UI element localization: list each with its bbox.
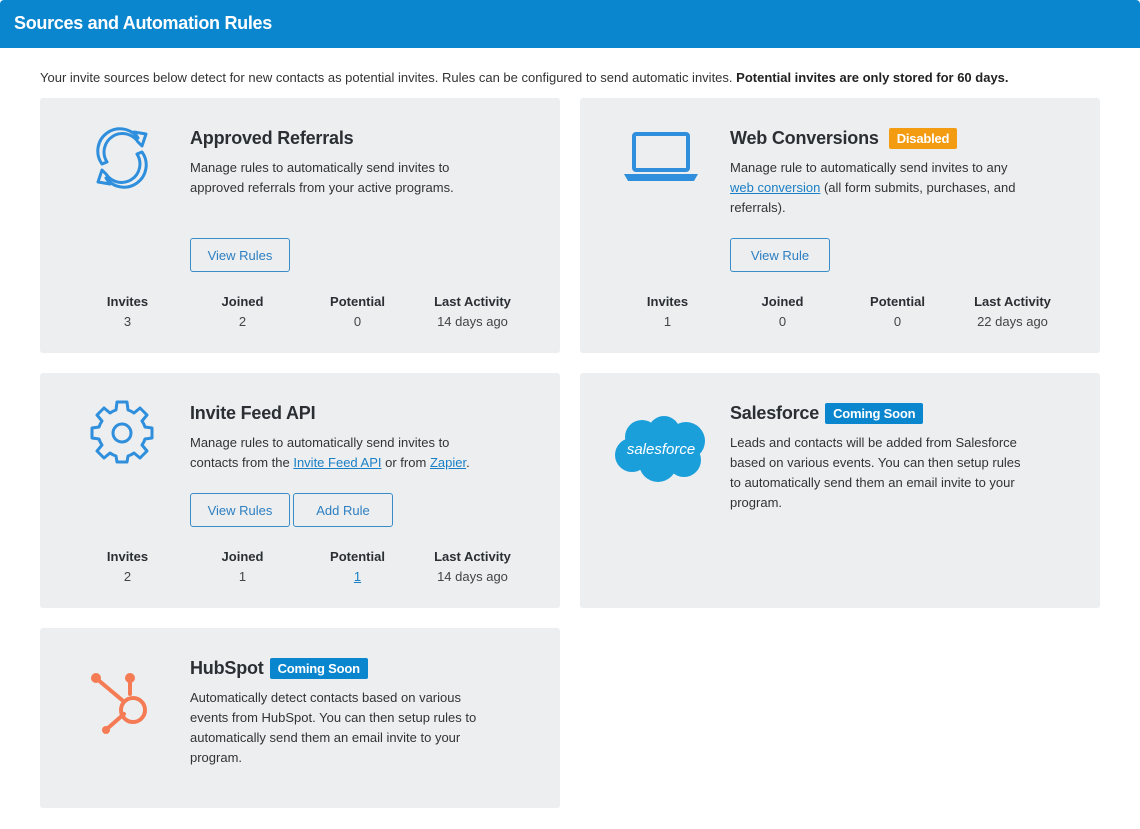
card-title: Web Conversions	[730, 128, 879, 148]
stat-potential: 0	[353, 314, 362, 329]
salesforce-logo: salesforce	[612, 413, 710, 483]
card-title: Invite Feed API	[190, 403, 316, 423]
card-description: Leads and contacts will be added from Sa…	[730, 435, 1021, 510]
laptop-icon	[622, 130, 700, 186]
stats-row: Invites 3 Joined 2 Potential 0 Last Activit…	[70, 294, 530, 329]
stat-joined: 0	[778, 314, 787, 329]
card-web-conversions: Web Conversions Disabled Manage rule to …	[580, 98, 1100, 353]
invite-feed-api-link[interactable]: Invite Feed API	[293, 455, 381, 470]
stats-row: Invites 1 Joined 0 Potential 0 Last Activit…	[610, 294, 1070, 329]
stat-label-joined: Joined	[221, 294, 264, 309]
card-title: Salesforce	[730, 403, 820, 423]
view-rules-button[interactable]: View Rules	[190, 238, 290, 272]
stats-row: Invites 2 Joined 1 Potential 1 Last Activit…	[70, 549, 530, 584]
zapier-link[interactable]: Zapier	[430, 455, 466, 470]
add-rule-button[interactable]: Add Rule	[293, 493, 393, 527]
coming-soon-badge: Coming Soon	[825, 403, 924, 424]
card-description: Manage rule to automatically send invite…	[730, 158, 1030, 218]
stat-label-joined: Joined	[221, 549, 264, 564]
disabled-badge: Disabled	[888, 128, 958, 149]
coming-soon-badge: Coming Soon	[269, 658, 368, 679]
stat-label-last-activity: Last Activity	[434, 549, 511, 564]
stat-potential: 0	[893, 314, 902, 329]
card-title: Approved Referrals	[190, 128, 354, 148]
intro-bold: Potential invites are only stored for 60…	[736, 70, 1009, 85]
stat-joined: 2	[238, 314, 247, 329]
salesforce-logo-text: salesforce	[627, 441, 695, 458]
stat-last-activity: 14 days ago	[437, 314, 508, 329]
card-hubspot: HubSpot Coming Soon Automatically detect…	[40, 628, 560, 808]
stat-label-potential: Potential	[330, 549, 385, 564]
view-rules-button[interactable]: View Rules	[190, 493, 290, 527]
stat-joined: 1	[238, 569, 247, 584]
intro-text: Your invite sources below detect for new…	[40, 70, 1120, 85]
stat-invites: 1	[663, 314, 672, 329]
view-rule-button[interactable]: View Rule	[730, 238, 830, 272]
stat-last-activity: 22 days ago	[977, 314, 1048, 329]
stat-label-invites: Invites	[106, 294, 149, 309]
stat-last-activity: 14 days ago	[437, 569, 508, 584]
stat-label-joined: Joined	[761, 294, 804, 309]
card-approved-referrals: Approved Referrals Manage rules to autom…	[40, 98, 560, 353]
stat-label-invites: Invites	[106, 549, 149, 564]
card-invite-feed-api: Invite Feed API Manage rules to automati…	[40, 373, 560, 608]
stat-label-invites: Invites	[646, 294, 689, 309]
page-header: Sources and Automation Rules	[0, 0, 1140, 48]
stat-label-last-activity: Last Activity	[974, 294, 1051, 309]
desc-text-mid: or from	[385, 455, 427, 470]
stat-invites: 2	[123, 569, 132, 584]
card-title: HubSpot	[190, 658, 264, 678]
stat-potential-link[interactable]: 1	[354, 569, 361, 584]
stat-label-last-activity: Last Activity	[434, 294, 511, 309]
card-description: Manage rules to automatically send invit…	[190, 433, 490, 473]
stat-invites: 3	[123, 314, 132, 329]
stat-label-potential: Potential	[330, 294, 385, 309]
desc-text-post: .	[466, 455, 470, 470]
stat-label-potential: Potential	[870, 294, 925, 309]
page-title: Sources and Automation Rules	[14, 13, 272, 33]
refresh-icon	[88, 124, 156, 192]
web-conversion-link[interactable]: web conversion	[730, 180, 820, 195]
card-description: Manage rules to automatically send invit…	[190, 160, 454, 195]
desc-text: Manage rule to automatically send invite…	[730, 160, 1008, 175]
intro-normal: Your invite sources below detect for new…	[40, 70, 733, 85]
gear-icon	[88, 399, 156, 467]
card-salesforce: salesforce Salesforce Coming Soon Leads …	[580, 373, 1100, 608]
card-description: Automatically detect contacts based on v…	[190, 690, 477, 765]
hubspot-logo	[88, 668, 156, 736]
